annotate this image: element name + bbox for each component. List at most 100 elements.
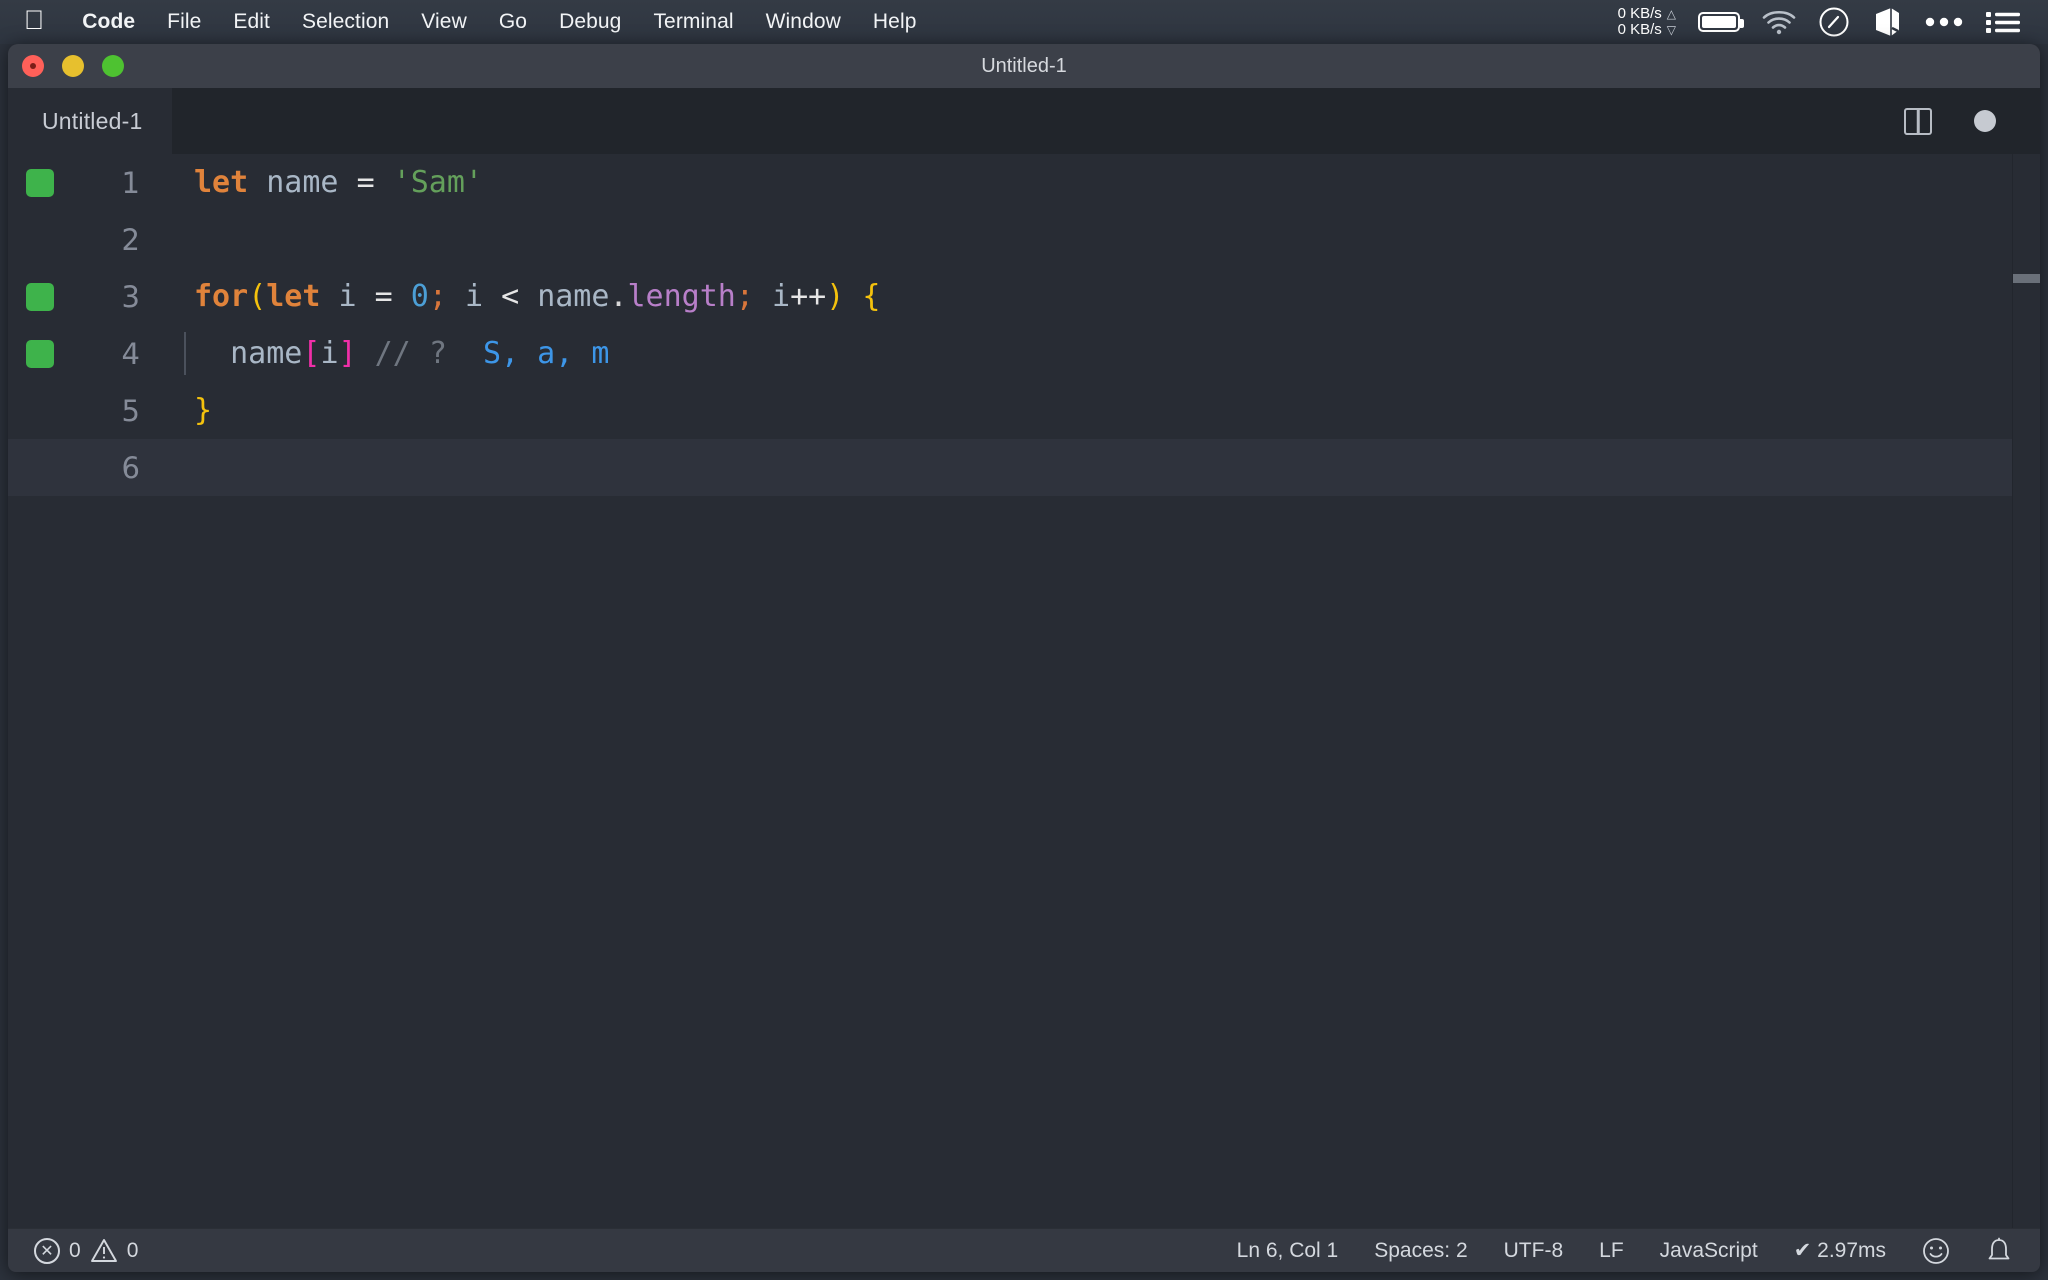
speedometer-icon[interactable]	[1818, 6, 1850, 38]
menu-item-file[interactable]: File	[151, 10, 217, 34]
menu-item-debug[interactable]: Debug	[543, 10, 637, 34]
code-line-content[interactable]: }	[156, 393, 2040, 428]
code-token: }	[194, 393, 213, 428]
editor-tab-bar: Untitled-1	[8, 88, 2040, 154]
menu-item-selection[interactable]: Selection	[286, 10, 405, 34]
live-value-marker-icon[interactable]	[26, 168, 54, 197]
live-value-marker-icon[interactable]	[26, 282, 54, 311]
code-line[interactable]: 6	[8, 439, 2040, 496]
apple-logo-icon[interactable]: 	[24, 6, 44, 34]
warning-count: 0	[126, 1238, 139, 1262]
tab-label: Untitled-1	[42, 107, 143, 134]
smiley-icon[interactable]	[1922, 1237, 1950, 1265]
code-token: =	[374, 279, 393, 314]
menu-items: Code File Edit Selection View Go Debug Terminal…	[66, 10, 932, 34]
window-title-bar: Untitled-1	[8, 44, 2040, 88]
code-line[interactable]: 1 let name = 'Sam'	[8, 154, 2040, 211]
cursor-position[interactable]: Ln 6, Col 1	[1237, 1239, 1339, 1263]
gutter-glyph-margin[interactable]	[8, 339, 72, 368]
code-editor[interactable]: 1 let name = 'Sam' 2 3 for(let i = 0; i < na…	[8, 154, 2040, 1228]
code-token: .	[609, 279, 628, 314]
code-token: 0	[410, 279, 429, 314]
bell-icon[interactable]	[1986, 1237, 2012, 1265]
code-token: [	[302, 336, 321, 371]
error-circle-icon: ✕	[34, 1237, 60, 1264]
code-token: let	[194, 165, 249, 200]
code-token: //	[374, 336, 411, 371]
line-number: 1	[121, 165, 140, 200]
cube-icon[interactable]	[1872, 6, 1902, 38]
code-token: <	[501, 279, 520, 314]
ellipsis-icon[interactable]	[1924, 16, 1964, 28]
menu-item-view[interactable]: View	[405, 10, 483, 34]
line-number: 2	[121, 222, 140, 257]
code-line[interactable]: 3 for(let i = 0; i < name.length; i++) {	[8, 268, 2040, 325]
file-encoding[interactable]: UTF-8	[1504, 1239, 1564, 1263]
gutter-glyph-margin[interactable]	[8, 282, 72, 311]
code-token: ;	[735, 279, 754, 314]
wifi-icon[interactable]	[1762, 9, 1796, 35]
battery-icon[interactable]	[1698, 12, 1744, 32]
code-line[interactable]: 5}	[8, 382, 2040, 439]
split-editor-icon[interactable]	[1904, 107, 1932, 135]
problems-indicator[interactable]: ✕ 0 0	[34, 1237, 139, 1264]
code-token: i	[320, 336, 339, 371]
vscode-window: Untitled-1 Untitled-1 1 let name = 'Sam' 2…	[8, 44, 2040, 1272]
line-number: 6	[121, 450, 140, 485]
menu-item-help[interactable]: Help	[857, 10, 933, 34]
indentation-setting[interactable]: Spaces: 2	[1374, 1239, 1467, 1263]
code-token: ++	[790, 279, 827, 314]
code-line-content[interactable]: for(let i = 0; i < name.length; i++) {	[156, 279, 2040, 314]
indent-guide	[184, 332, 186, 375]
live-value-marker-icon[interactable]	[26, 339, 54, 368]
network-speed-indicator[interactable]: 0 KB/s 0 KB/s △ ▽	[1618, 6, 1676, 38]
download-arrow-icon: ▽	[1666, 23, 1676, 37]
menu-item-window[interactable]: Window	[750, 10, 857, 34]
scrollbar-thumb[interactable]	[2013, 274, 2040, 283]
quokka-runtime[interactable]: ✔ 2.97ms	[1794, 1238, 1886, 1263]
code-token: ]	[338, 336, 357, 371]
language-mode[interactable]: JavaScript	[1660, 1239, 1758, 1263]
window-title: Untitled-1	[981, 54, 1067, 77]
end-of-line-sequence[interactable]: LF	[1599, 1239, 1624, 1263]
code-token: i	[338, 279, 357, 314]
code-token: name	[266, 165, 339, 200]
menu-item-go[interactable]: Go	[483, 10, 543, 34]
menu-item-terminal[interactable]: Terminal	[637, 10, 749, 34]
line-number: 4	[121, 336, 140, 371]
macos-menu-bar:  CodeFileEditSelectionViewGoDebugTermin…	[0, 0, 2048, 44]
code-line-content[interactable]: let name = 'Sam'	[156, 165, 2040, 200]
menu-bar-status-area: 0 KB/s 0 KB/s △ ▽	[1618, 6, 2034, 38]
code-token: for	[194, 279, 249, 314]
gutter-glyph-margin[interactable]	[8, 168, 72, 197]
code-token: )	[826, 279, 845, 314]
list-icon[interactable]	[1986, 10, 2020, 34]
error-count: 0	[69, 1238, 81, 1262]
menu-item-code[interactable]: Code	[66, 10, 151, 34]
code-line[interactable]: 4 name[i] // ? S, a, m	[8, 325, 2040, 382]
editor-actions	[1904, 88, 2040, 154]
code-token: let	[266, 279, 321, 314]
code-line-content[interactable]: name[i] // ? S, a, m	[156, 332, 2040, 375]
code-token: ;	[428, 279, 447, 314]
upload-arrow-icon: △	[1666, 7, 1676, 21]
tab-untitled-1[interactable]: Untitled-1	[8, 88, 173, 154]
code-token: =	[356, 165, 375, 200]
code-token: length	[627, 279, 736, 314]
tab-bar-spacer	[172, 88, 1904, 154]
warning-triangle-icon	[90, 1238, 118, 1263]
editor-overview-ruler[interactable]	[2012, 154, 2040, 1228]
code-line[interactable]: 2	[8, 211, 2040, 268]
unsaved-changes-dot[interactable]	[1974, 110, 1996, 132]
menu-item-edit[interactable]: Edit	[217, 10, 286, 34]
